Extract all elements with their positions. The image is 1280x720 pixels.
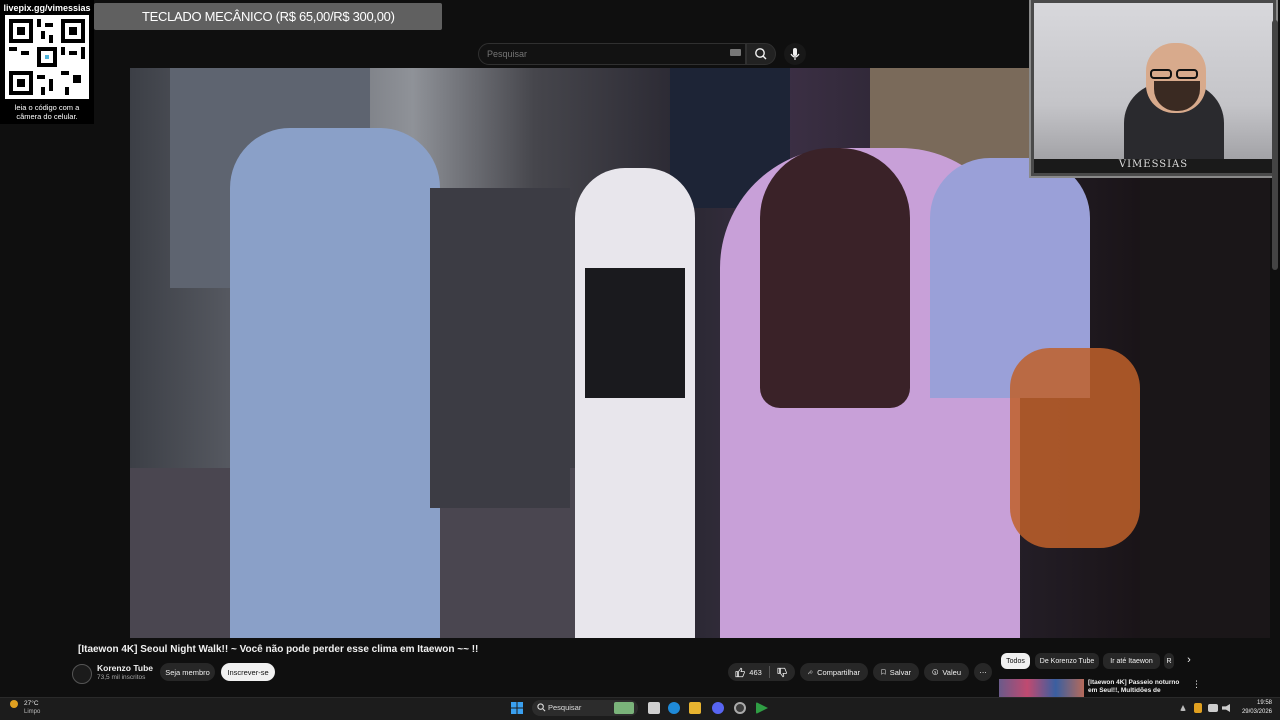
- qr-caption: leia o código com a câmera do celular.: [14, 103, 80, 121]
- chip-place[interactable]: Ir até Itaewon: [1103, 653, 1160, 669]
- more-actions-button[interactable]: ⋯: [974, 663, 992, 681]
- windows-start-icon[interactable]: [511, 702, 523, 714]
- share-icon: [808, 669, 813, 675]
- subscriber-count: 73,5 mil inscritos: [97, 674, 146, 681]
- search-button[interactable]: [746, 43, 776, 65]
- weather-temperature[interactable]: 27°C: [24, 700, 39, 707]
- edge-browser-icon[interactable]: [668, 702, 680, 714]
- webcam-name: VIMESSIAS: [1118, 159, 1189, 170]
- recommendation-thumbnail[interactable]: [999, 679, 1084, 697]
- black-top: [585, 268, 685, 398]
- donation-goal-banner: TECLADO MECÂNICO (R$ 65,00/R$ 300,00): [94, 3, 442, 30]
- taskbar: [0, 697, 1280, 720]
- thanks-icon: $: [932, 669, 939, 675]
- long-hair: [760, 148, 910, 408]
- taskbar-search-icon: [537, 703, 546, 712]
- subscribe-button[interactable]: Inscrever-se: [221, 663, 275, 681]
- save-label: Salvar: [889, 667, 911, 677]
- search-icon: [755, 48, 767, 60]
- livepix-url: livepix.gg/vimessias: [3, 3, 91, 13]
- keyboard-icon[interactable]: [730, 49, 741, 56]
- channel-avatar[interactable]: [72, 664, 92, 684]
- weather-icon[interactable]: [10, 700, 18, 708]
- thanks-button[interactable]: $ Valeu: [924, 663, 969, 681]
- bookmark-icon: [881, 669, 886, 675]
- video-title: [Itaewon 4K] Seoul Night Walk!! ~ Você n…: [78, 644, 479, 655]
- search-box: [478, 43, 746, 65]
- mic-icon: [790, 48, 800, 60]
- svg-text:$: $: [934, 670, 937, 674]
- chip-all[interactable]: Todos: [1001, 653, 1030, 669]
- voice-search-button[interactable]: [784, 43, 806, 65]
- share-label: Compartilhar: [817, 667, 860, 677]
- taskbar-widget-icon[interactable]: [614, 702, 634, 714]
- dislike-icon[interactable]: [777, 667, 787, 678]
- blurred-bag: [1010, 348, 1140, 548]
- clock-date[interactable]: 29/03/2026: [1234, 709, 1272, 715]
- task-view-icon[interactable]: [648, 702, 660, 714]
- search-input[interactable]: [479, 44, 745, 64]
- obs-icon[interactable]: [734, 702, 746, 714]
- person-black-top: [575, 168, 695, 638]
- background-crowd: [430, 188, 570, 508]
- recommendation-menu-icon[interactable]: ⋮: [1192, 679, 1201, 691]
- file-explorer-icon[interactable]: [689, 702, 701, 714]
- channel-name[interactable]: Korenzo Tube: [97, 663, 153, 673]
- qr-code-icon: [5, 15, 89, 99]
- webcam-overlay: [1029, 0, 1278, 178]
- like-icon[interactable]: [735, 667, 745, 678]
- thanks-label: Valeu: [942, 667, 961, 677]
- save-button[interactable]: Salvar: [873, 663, 919, 681]
- chevron-right-icon[interactable]: ›: [1182, 654, 1196, 668]
- like-count: 463: [749, 667, 762, 677]
- page-scrollbar[interactable]: [1272, 20, 1278, 270]
- video-player[interactable]: [130, 68, 1140, 638]
- chip-channel[interactable]: De Korenzo Tube: [1035, 653, 1099, 669]
- network-icon[interactable]: [1208, 704, 1218, 712]
- chip-partial[interactable]: R: [1164, 653, 1174, 669]
- weather-description[interactable]: Limpo: [24, 709, 40, 715]
- discord-icon[interactable]: [712, 702, 724, 714]
- glasses-icon: [1150, 69, 1172, 79]
- tray-app-icon[interactable]: [1194, 703, 1202, 713]
- like-dislike-group: 463: [728, 663, 795, 681]
- taskbar-search-label: Pesquisar: [548, 703, 582, 712]
- glasses-icon: [1176, 69, 1198, 79]
- like-divider: [768, 666, 770, 678]
- join-button[interactable]: Seja membro: [160, 663, 215, 681]
- recommendation-title[interactable]: [Itaewon 4K] Passeio noturno em Seul!!, …: [1088, 679, 1188, 695]
- clock-time[interactable]: 19:58: [1248, 700, 1272, 706]
- share-button[interactable]: Compartilhar: [800, 663, 868, 681]
- person-blue-shirt: [230, 128, 440, 638]
- donation-goal-text: TECLADO MECÂNICO (R$ 65,00/R$ 300,00): [142, 9, 395, 24]
